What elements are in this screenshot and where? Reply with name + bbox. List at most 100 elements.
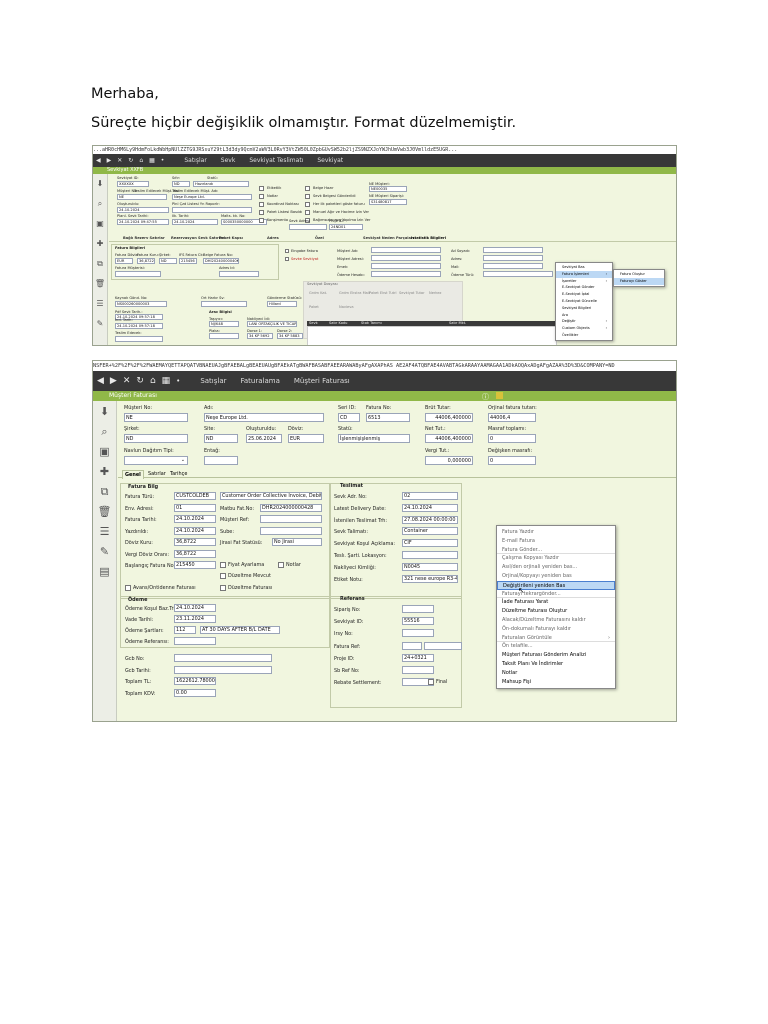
orijinal-field[interactable]: 44006,4: [488, 413, 536, 422]
nav-satislar[interactable]: Satışlar: [200, 377, 226, 385]
fatura-ref-extra[interactable]: [424, 642, 462, 650]
add-icon[interactable]: ✚: [93, 461, 116, 481]
entag-field[interactable]: [204, 456, 238, 465]
odeme-value-2[interactable]: 112: [174, 626, 196, 634]
copy-icon[interactable]: ⧉: [93, 254, 107, 274]
odeme-value-0[interactable]: 24.10.2024: [174, 604, 216, 612]
olusturuldu-field[interactable]: 24.10.2024: [117, 207, 169, 213]
context-item-12[interactable]: Faturalan Görüntüle ›: [497, 634, 615, 643]
report-icon[interactable]: ▤: [93, 561, 116, 581]
context-item-1[interactable]: E-mail Fatura: [497, 537, 615, 546]
forward-icon[interactable]: ▶: [110, 376, 117, 386]
nav-satislar[interactable]: Satışlar: [184, 157, 206, 164]
dorse2-field[interactable]: 34 KP 5883: [277, 333, 303, 339]
referans-value-5[interactable]: [402, 666, 434, 674]
context-item-7[interactable]: Faturayı tekrargönder...: [497, 590, 615, 599]
home-icon[interactable]: ⌂: [139, 157, 143, 164]
odeme-value-1[interactable]: 23.11.2024: [174, 615, 216, 623]
fatura-no-field[interactable]: 6513: [366, 413, 410, 422]
submenu-item-1[interactable]: Faturayı Göster: [614, 278, 664, 285]
mid-field-3[interactable]: [371, 271, 441, 277]
check-3[interactable]: [259, 210, 264, 215]
context-item-5[interactable]: E-Sevkiyat Güncelle: [556, 298, 612, 305]
search-icon[interactable]: ⌕: [93, 194, 107, 214]
teslimat-value-7[interactable]: 321 nese europe R3-42: [402, 574, 458, 583]
bottom-value-2[interactable]: 1622612.780000: [174, 677, 216, 685]
fatura-value-1[interactable]: 01: [174, 503, 216, 512]
check2-3[interactable]: [305, 210, 310, 215]
right2-field-2[interactable]: [483, 263, 543, 269]
kaynak-field[interactable]: NS000260000003: [115, 301, 167, 307]
statu-field[interactable]: İşlenmişişlenmiş: [338, 434, 410, 443]
context-item-8[interactable]: İade Faturası Yarat: [497, 598, 615, 607]
sirket-field[interactable]: ND: [124, 434, 188, 443]
context-item-9[interactable]: Custom Objects ›: [556, 325, 612, 332]
check-duzeltme-faturasi[interactable]: [220, 585, 226, 591]
check-avans[interactable]: [125, 585, 131, 591]
fatura-value-3[interactable]: 24.10.2024: [174, 526, 216, 535]
back-icon[interactable]: ◀: [97, 376, 104, 386]
right2-field-0[interactable]: [483, 247, 543, 253]
fatura-value2-3[interactable]: [260, 526, 322, 535]
context-item-15[interactable]: Taksit Planı Ve İndirimler: [497, 660, 615, 669]
grid-icon[interactable]: ▦: [162, 376, 171, 386]
sifir-field[interactable]: ND: [172, 181, 190, 187]
bottom-value-3[interactable]: 0.00: [174, 688, 216, 697]
context-item-10[interactable]: Özellikler: [556, 332, 612, 339]
fatura-type-desc[interactable]: Customer Order Collective Invoice, Debit: [220, 492, 322, 500]
planl-sevk-field[interactable]: 24.10.2024 09:47:55: [117, 219, 169, 225]
referans-value-1[interactable]: 55516: [402, 617, 434, 626]
net-field[interactable]: 44006,400000: [425, 434, 473, 443]
odeme-terms-desc[interactable]: AT 30 DAYS AFTER B/L DATE: [200, 626, 280, 634]
check-duzeltme-mevcut[interactable]: [220, 573, 226, 579]
olusturuldu-field[interactable]: 25.06.2024: [246, 434, 282, 443]
plaka-field[interactable]: [209, 333, 239, 339]
right2-field-3[interactable]: [483, 271, 553, 277]
edit-icon[interactable]: ✎: [93, 541, 116, 561]
delete-icon[interactable]: 🗑: [93, 274, 107, 294]
refresh-icon[interactable]: ↻: [136, 376, 144, 386]
ilk-tarihi-field[interactable]: 24.10.2024: [172, 219, 218, 225]
flag-icon[interactable]: [496, 392, 503, 399]
close-icon[interactable]: ✕: [117, 157, 122, 164]
edit-icon[interactable]: ✎: [93, 314, 107, 334]
referans-value-4[interactable]: 24+0321: [402, 653, 434, 662]
context-item-0[interactable]: Fatura Yazdır: [497, 528, 615, 537]
fatura-value-4[interactable]: 36,8722: [174, 538, 216, 546]
context-item-4[interactable]: Asıl/den orjinali yeniden bas...: [497, 563, 615, 572]
check-fiyat-ayarlama[interactable]: [220, 562, 226, 568]
add-icon[interactable]: ✚: [93, 234, 107, 254]
context-item-0[interactable]: Sevkiyat Bas: [556, 264, 612, 271]
teslim-edecek-field[interactable]: [115, 336, 163, 342]
teslimat-value-0[interactable]: 02: [402, 492, 458, 500]
teslimat-value-1[interactable]: 24.10.2024: [402, 503, 458, 512]
check-eingabe[interactable]: [285, 249, 289, 253]
list-icon[interactable]: ☰: [93, 294, 107, 314]
context-item-2[interactable]: İşaretler ›: [556, 278, 612, 285]
check-0[interactable]: [259, 186, 264, 191]
save-icon[interactable]: ⬇: [93, 174, 107, 194]
teslimat-value-4[interactable]: CIF: [402, 539, 458, 548]
referans-value-2[interactable]: [402, 629, 434, 638]
vergi-field[interactable]: 0,000000: [425, 456, 473, 465]
submenu-item-0[interactable]: Fatura Oluştur: [614, 271, 664, 278]
delete-icon[interactable]: 🗑: [93, 501, 116, 521]
nav-musteri-faturasi[interactable]: Müşteri Faturası: [294, 377, 350, 385]
mid-field-1[interactable]: [371, 255, 441, 261]
fatura-value-1[interactable]: 36,8722: [137, 258, 155, 264]
tasiyici-field[interactable]: NJ/K48: [209, 321, 239, 327]
bottom-value-0[interactable]: [174, 654, 272, 662]
teslimat-value-3[interactable]: Container: [402, 527, 458, 536]
ort-field[interactable]: [201, 301, 247, 307]
musteri-no-field[interactable]: NE: [117, 194, 167, 200]
referans-value-0[interactable]: [402, 605, 434, 613]
ind-field[interactable]: 24.10.2024 09:57:18: [115, 323, 163, 329]
degisken-field[interactable]: 0: [488, 456, 536, 465]
check-notlar[interactable]: [278, 562, 284, 568]
save-icon[interactable]: ⬇: [93, 401, 116, 421]
fatura-value-5[interactable]: 36,8722: [174, 549, 216, 558]
grid-icon[interactable]: ▦: [149, 157, 155, 164]
context-item-14[interactable]: Müşteri Faturası Gönderim Analizi: [497, 651, 615, 660]
tab-tarihçe[interactable]: Tarihçe: [168, 470, 189, 478]
disk-icon[interactable]: ▣: [93, 441, 116, 461]
